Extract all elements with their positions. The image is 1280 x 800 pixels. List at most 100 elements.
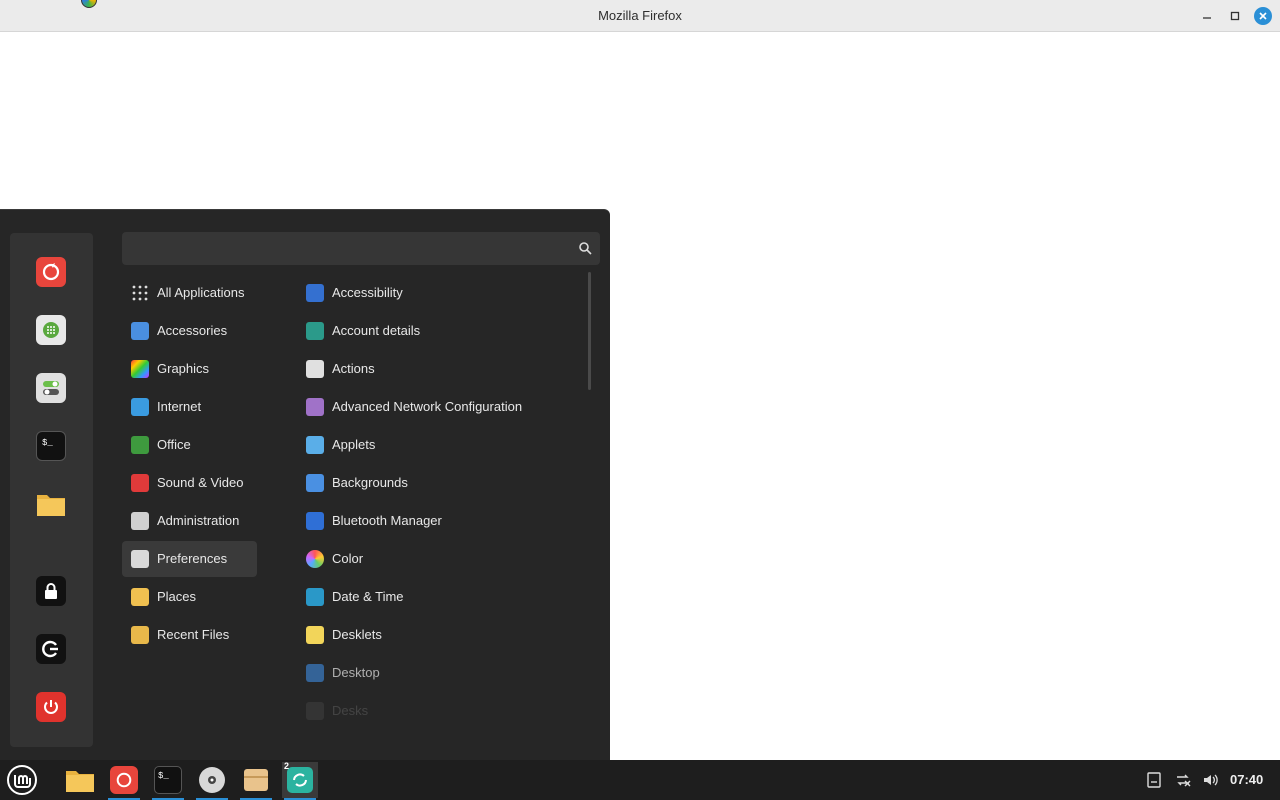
- folder-icon: [66, 771, 94, 792]
- category-places[interactable]: Places: [122, 579, 257, 615]
- desks-icon: [306, 702, 324, 720]
- category-label: Recent Files: [157, 627, 230, 642]
- app-label: Accessibility: [332, 285, 403, 300]
- app-desktop[interactable]: Desktop: [297, 655, 577, 691]
- taskbar-update-manager[interactable]: 2: [282, 761, 318, 800]
- favorite-software-manager[interactable]: [36, 315, 66, 345]
- favorite-firefox[interactable]: [36, 257, 66, 287]
- app-advanced-network-configuration[interactable]: Advanced Network Configuration: [297, 389, 577, 425]
- category-accessories[interactable]: Accessories: [122, 313, 257, 349]
- desktop-icon: [306, 664, 324, 682]
- folder-icon: [131, 588, 149, 606]
- app-backgrounds[interactable]: Backgrounds: [297, 465, 577, 501]
- taskbar-disk[interactable]: [194, 762, 230, 800]
- menu-button[interactable]: [4, 762, 40, 798]
- app-account-details[interactable]: Account details: [297, 313, 577, 349]
- power-off-button[interactable]: [36, 692, 66, 722]
- power-icon: [44, 700, 58, 714]
- office-icon: [131, 436, 149, 454]
- app-label: Desktop: [332, 665, 380, 680]
- app-color[interactable]: Color: [297, 541, 577, 577]
- category-all-applications[interactable]: All Applications: [122, 275, 257, 311]
- category-office[interactable]: Office: [122, 427, 257, 463]
- category-preferences[interactable]: Preferences: [122, 541, 257, 577]
- recent-files-icon: [131, 626, 149, 644]
- category-recent-files[interactable]: Recent Files: [122, 617, 257, 653]
- app-date-time[interactable]: Date & Time: [297, 579, 577, 615]
- favorite-system-settings[interactable]: [36, 373, 66, 403]
- grid-icon: [43, 322, 59, 338]
- app-label: Desks: [332, 703, 369, 718]
- desklets-icon: [306, 626, 324, 644]
- firefox-app-icon: [81, 0, 97, 8]
- window-titlebar[interactable]: Mozilla Firefox: [0, 0, 1280, 32]
- color-icon: [306, 550, 324, 568]
- disk-icon: [199, 767, 225, 793]
- bluetooth-icon: [306, 512, 324, 530]
- category-administration[interactable]: Administration: [122, 503, 257, 539]
- notes-icon[interactable]: [1146, 772, 1162, 788]
- network-disconnected-icon[interactable]: [1175, 772, 1191, 788]
- apps-scrollbar[interactable]: [588, 272, 591, 390]
- logout-icon: [42, 640, 58, 658]
- clock[interactable]: 07:40: [1230, 772, 1263, 787]
- update-icon: [287, 767, 313, 793]
- mint-logo-icon: [7, 765, 37, 795]
- category-label: Graphics: [157, 361, 210, 376]
- lock-screen-button[interactable]: [36, 576, 66, 606]
- app-label: Account details: [332, 323, 421, 338]
- taskbar: $_ 2 07:40: [0, 760, 1280, 800]
- category-graphics[interactable]: Graphics: [122, 351, 257, 387]
- list-icon: [306, 360, 324, 378]
- category-label: Places: [157, 589, 197, 604]
- app-actions[interactable]: Actions: [297, 351, 577, 387]
- taskbar-firefox[interactable]: [106, 762, 142, 800]
- start-menu: $_ All Applications Accessories Graphics…: [0, 209, 610, 760]
- graphics-icon: [131, 360, 149, 378]
- minimize-icon: [1203, 17, 1211, 19]
- cloud-icon: [131, 398, 149, 416]
- category-label: Administration: [157, 513, 240, 528]
- taskbar-terminal[interactable]: $_: [150, 762, 186, 800]
- backgrounds-icon: [306, 474, 324, 492]
- accessibility-icon: [306, 284, 324, 302]
- minimize-button[interactable]: [1198, 7, 1216, 25]
- search-icon[interactable]: [578, 241, 592, 255]
- app-label: Color: [332, 551, 364, 566]
- scissors-icon: [131, 322, 149, 340]
- terminal-icon: $_: [154, 766, 182, 794]
- apps-grid-icon: [132, 285, 148, 301]
- app-accessibility[interactable]: Accessibility: [297, 275, 577, 311]
- svg-text:$_: $_: [42, 438, 53, 448]
- toggles-icon: [43, 381, 59, 395]
- administration-icon: [131, 512, 149, 530]
- svg-text:$_: $_: [158, 771, 169, 781]
- app-bluetooth-manager[interactable]: Bluetooth Manager: [297, 503, 577, 539]
- lock-icon: [45, 583, 57, 599]
- user-icon: [306, 322, 324, 340]
- favorites-column: $_: [10, 233, 93, 747]
- firefox-icon: [42, 263, 60, 281]
- taskbar-files[interactable]: [62, 762, 98, 798]
- category-label: Sound & Video: [157, 475, 244, 490]
- logout-button[interactable]: [36, 634, 66, 664]
- window-title: Mozilla Firefox: [598, 8, 682, 23]
- app-desks[interactable]: Desks: [297, 693, 577, 729]
- archive-icon: [244, 769, 268, 791]
- taskbar-archive[interactable]: [238, 762, 274, 800]
- app-applets[interactable]: Applets: [297, 427, 577, 463]
- search-box[interactable]: [122, 232, 600, 265]
- close-icon: [1259, 12, 1267, 20]
- firefox-icon: [110, 766, 138, 794]
- volume-icon[interactable]: [1202, 772, 1218, 788]
- favorite-terminal[interactable]: $_: [36, 431, 66, 461]
- app-label: Backgrounds: [332, 475, 408, 490]
- category-sound-video[interactable]: Sound & Video: [122, 465, 257, 501]
- app-desklets[interactable]: Desklets: [297, 617, 577, 653]
- search-input[interactable]: [130, 238, 564, 260]
- favorite-files[interactable]: [36, 489, 66, 519]
- category-internet[interactable]: Internet: [122, 389, 257, 425]
- applets-icon: [306, 436, 324, 454]
- close-button[interactable]: [1254, 7, 1272, 25]
- maximize-button[interactable]: [1226, 7, 1244, 25]
